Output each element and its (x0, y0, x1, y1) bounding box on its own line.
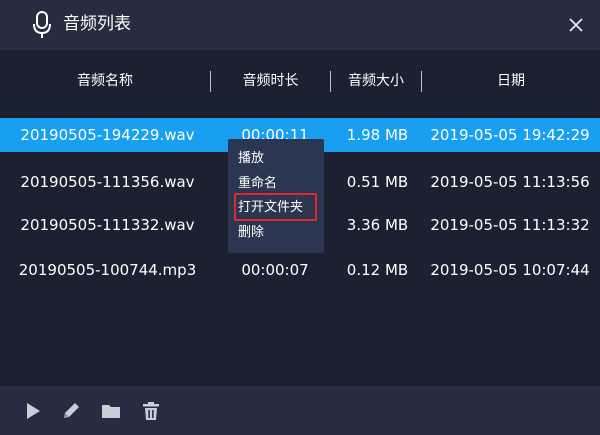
microphone-icon (32, 11, 52, 39)
footer-toolbar (0, 386, 600, 435)
audio-duration: 00:00:07 (241, 261, 309, 279)
column-header-date[interactable]: 日期 (422, 72, 600, 90)
audio-date: 2019-05-05 19:42:29 (430, 126, 590, 144)
delete-button[interactable] (140, 400, 162, 422)
audio-date: 2019-05-05 11:13:56 (430, 173, 590, 191)
close-icon[interactable] (564, 13, 588, 37)
audio-date: 2019-05-05 10:07:44 (430, 261, 590, 279)
column-header-size[interactable]: 音频大小 (331, 72, 421, 90)
highlight-box (234, 193, 317, 221)
menu-item-delete[interactable]: 删除 (238, 224, 264, 242)
play-icon[interactable] (22, 400, 44, 422)
audio-date: 2019-05-05 11:13:32 (430, 216, 590, 234)
folder-icon[interactable] (100, 400, 122, 422)
open-folder-button[interactable] (100, 400, 122, 422)
audio-name: 20190505-111332.wav (20, 216, 195, 234)
trash-icon[interactable] (140, 400, 162, 422)
play-button[interactable] (22, 400, 44, 422)
table-row[interactable]: 20190505-100744.mp3 00:00:07 0.12 MB 201… (0, 253, 600, 287)
title-bar: 音频列表 (0, 0, 600, 50)
rename-button[interactable] (60, 400, 82, 422)
close-button[interactable] (564, 13, 588, 37)
column-header-duration[interactable]: 音频时长 (211, 72, 330, 90)
audio-size: 0.12 MB (346, 261, 409, 279)
table-header: 音频名称 音频时长 音频大小 日期 (0, 50, 600, 112)
audio-size: 3.36 MB (346, 216, 409, 234)
audio-name: 20190505-111356.wav (20, 173, 195, 191)
pencil-icon[interactable] (60, 400, 82, 422)
column-header-name[interactable]: 音频名称 (0, 72, 210, 90)
menu-item-play[interactable]: 播放 (238, 150, 264, 168)
window-title: 音频列表 (63, 14, 131, 34)
audio-size: 0.51 MB (346, 173, 409, 191)
audio-size: 1.98 MB (346, 126, 409, 144)
menu-item-rename[interactable]: 重命名 (238, 175, 277, 193)
audio-name: 20190505-100744.mp3 (18, 261, 197, 279)
audio-name: 20190505-194229.wav (20, 126, 195, 144)
